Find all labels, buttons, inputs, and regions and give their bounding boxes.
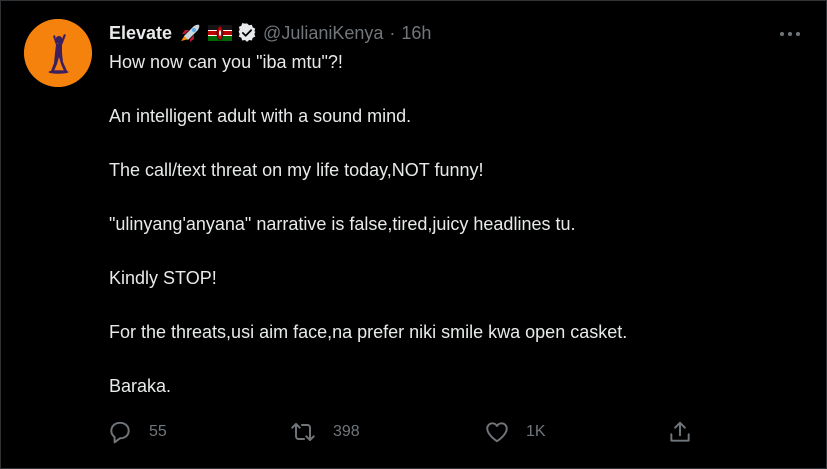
tweet-paragraph: Kindly STOP!: [109, 268, 217, 288]
more-horizontal-icon: [796, 32, 800, 36]
reply-button[interactable]: 55: [107, 418, 167, 446]
silhouette-logo-icon: [24, 19, 92, 87]
tweet-card[interactable]: Elevate @JulianiKenya · 16h How now can …: [0, 0, 827, 469]
share-icon: [670, 421, 690, 442]
header-separator: ·: [389, 22, 396, 43]
tweet-paragraph: For the threats,usi aim face,na prefer n…: [109, 322, 628, 342]
reply-icon: [110, 421, 130, 444]
tweet-paragraph: Baraka.: [109, 376, 172, 396]
heart-icon: [486, 422, 508, 443]
reply-count: 55: [149, 423, 167, 440]
share-button[interactable]: [667, 418, 693, 446]
more-horizontal-icon: [788, 32, 792, 36]
avatar[interactable]: [24, 19, 92, 87]
tweet-text: How now can you "iba mtu"?! An intellige…: [109, 51, 799, 429]
like-button[interactable]: 1K: [484, 418, 546, 446]
retweet-count: 398: [333, 423, 360, 440]
retweet-icon: [291, 422, 315, 442]
more-options-button[interactable]: [773, 23, 807, 45]
retweet-button[interactable]: 398: [289, 418, 360, 446]
more-horizontal-icon: [780, 32, 784, 36]
tweet-paragraph: "ulinyang'anyana" narrative is false,tir…: [109, 214, 576, 234]
tweet-timestamp[interactable]: 16h: [401, 23, 431, 44]
tweet-actions: 55 398 1K: [107, 418, 707, 446]
tweet-paragraph: An intelligent adult with a sound mind.: [109, 106, 412, 126]
tweet-paragraph: How now can you "iba mtu"?!: [109, 52, 343, 72]
tweet-header: Elevate @JulianiKenya · 16h: [109, 20, 431, 46]
verified-badge-icon: [237, 23, 257, 43]
tweet-paragraph: The call/text threat on my life today,NO…: [109, 160, 484, 180]
rocket-emoji-icon: [179, 23, 201, 43]
author-handle[interactable]: @JulianiKenya: [263, 23, 383, 44]
kenya-flag-emoji-icon: [208, 24, 233, 42]
display-name[interactable]: Elevate: [109, 23, 172, 44]
like-count: 1K: [526, 423, 546, 440]
